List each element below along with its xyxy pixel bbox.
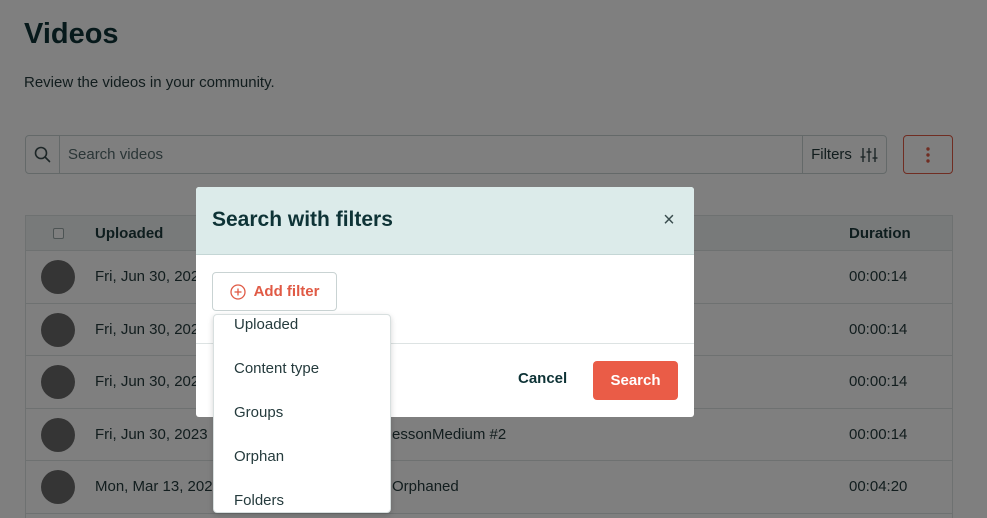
- add-filter-button[interactable]: Add filter: [212, 272, 337, 311]
- dropdown-item-groups[interactable]: Groups: [234, 404, 283, 421]
- dropdown-item-orphan[interactable]: Orphan: [234, 448, 284, 465]
- cancel-button[interactable]: Cancel: [518, 370, 567, 387]
- modal-header: Search with filters ×: [196, 187, 694, 255]
- dropdown-item-folders[interactable]: Folders: [234, 492, 284, 509]
- close-icon[interactable]: ×: [658, 209, 680, 231]
- filter-type-dropdown: Uploaded Content type Groups Orphan Fold…: [213, 314, 391, 513]
- modal-title: Search with filters: [212, 208, 393, 231]
- search-button[interactable]: Search: [593, 361, 678, 400]
- plus-circle-icon: [229, 283, 246, 300]
- add-filter-label: Add filter: [253, 283, 320, 300]
- dropdown-item-content-type[interactable]: Content type: [234, 360, 319, 377]
- dropdown-item-uploaded[interactable]: Uploaded: [234, 316, 298, 333]
